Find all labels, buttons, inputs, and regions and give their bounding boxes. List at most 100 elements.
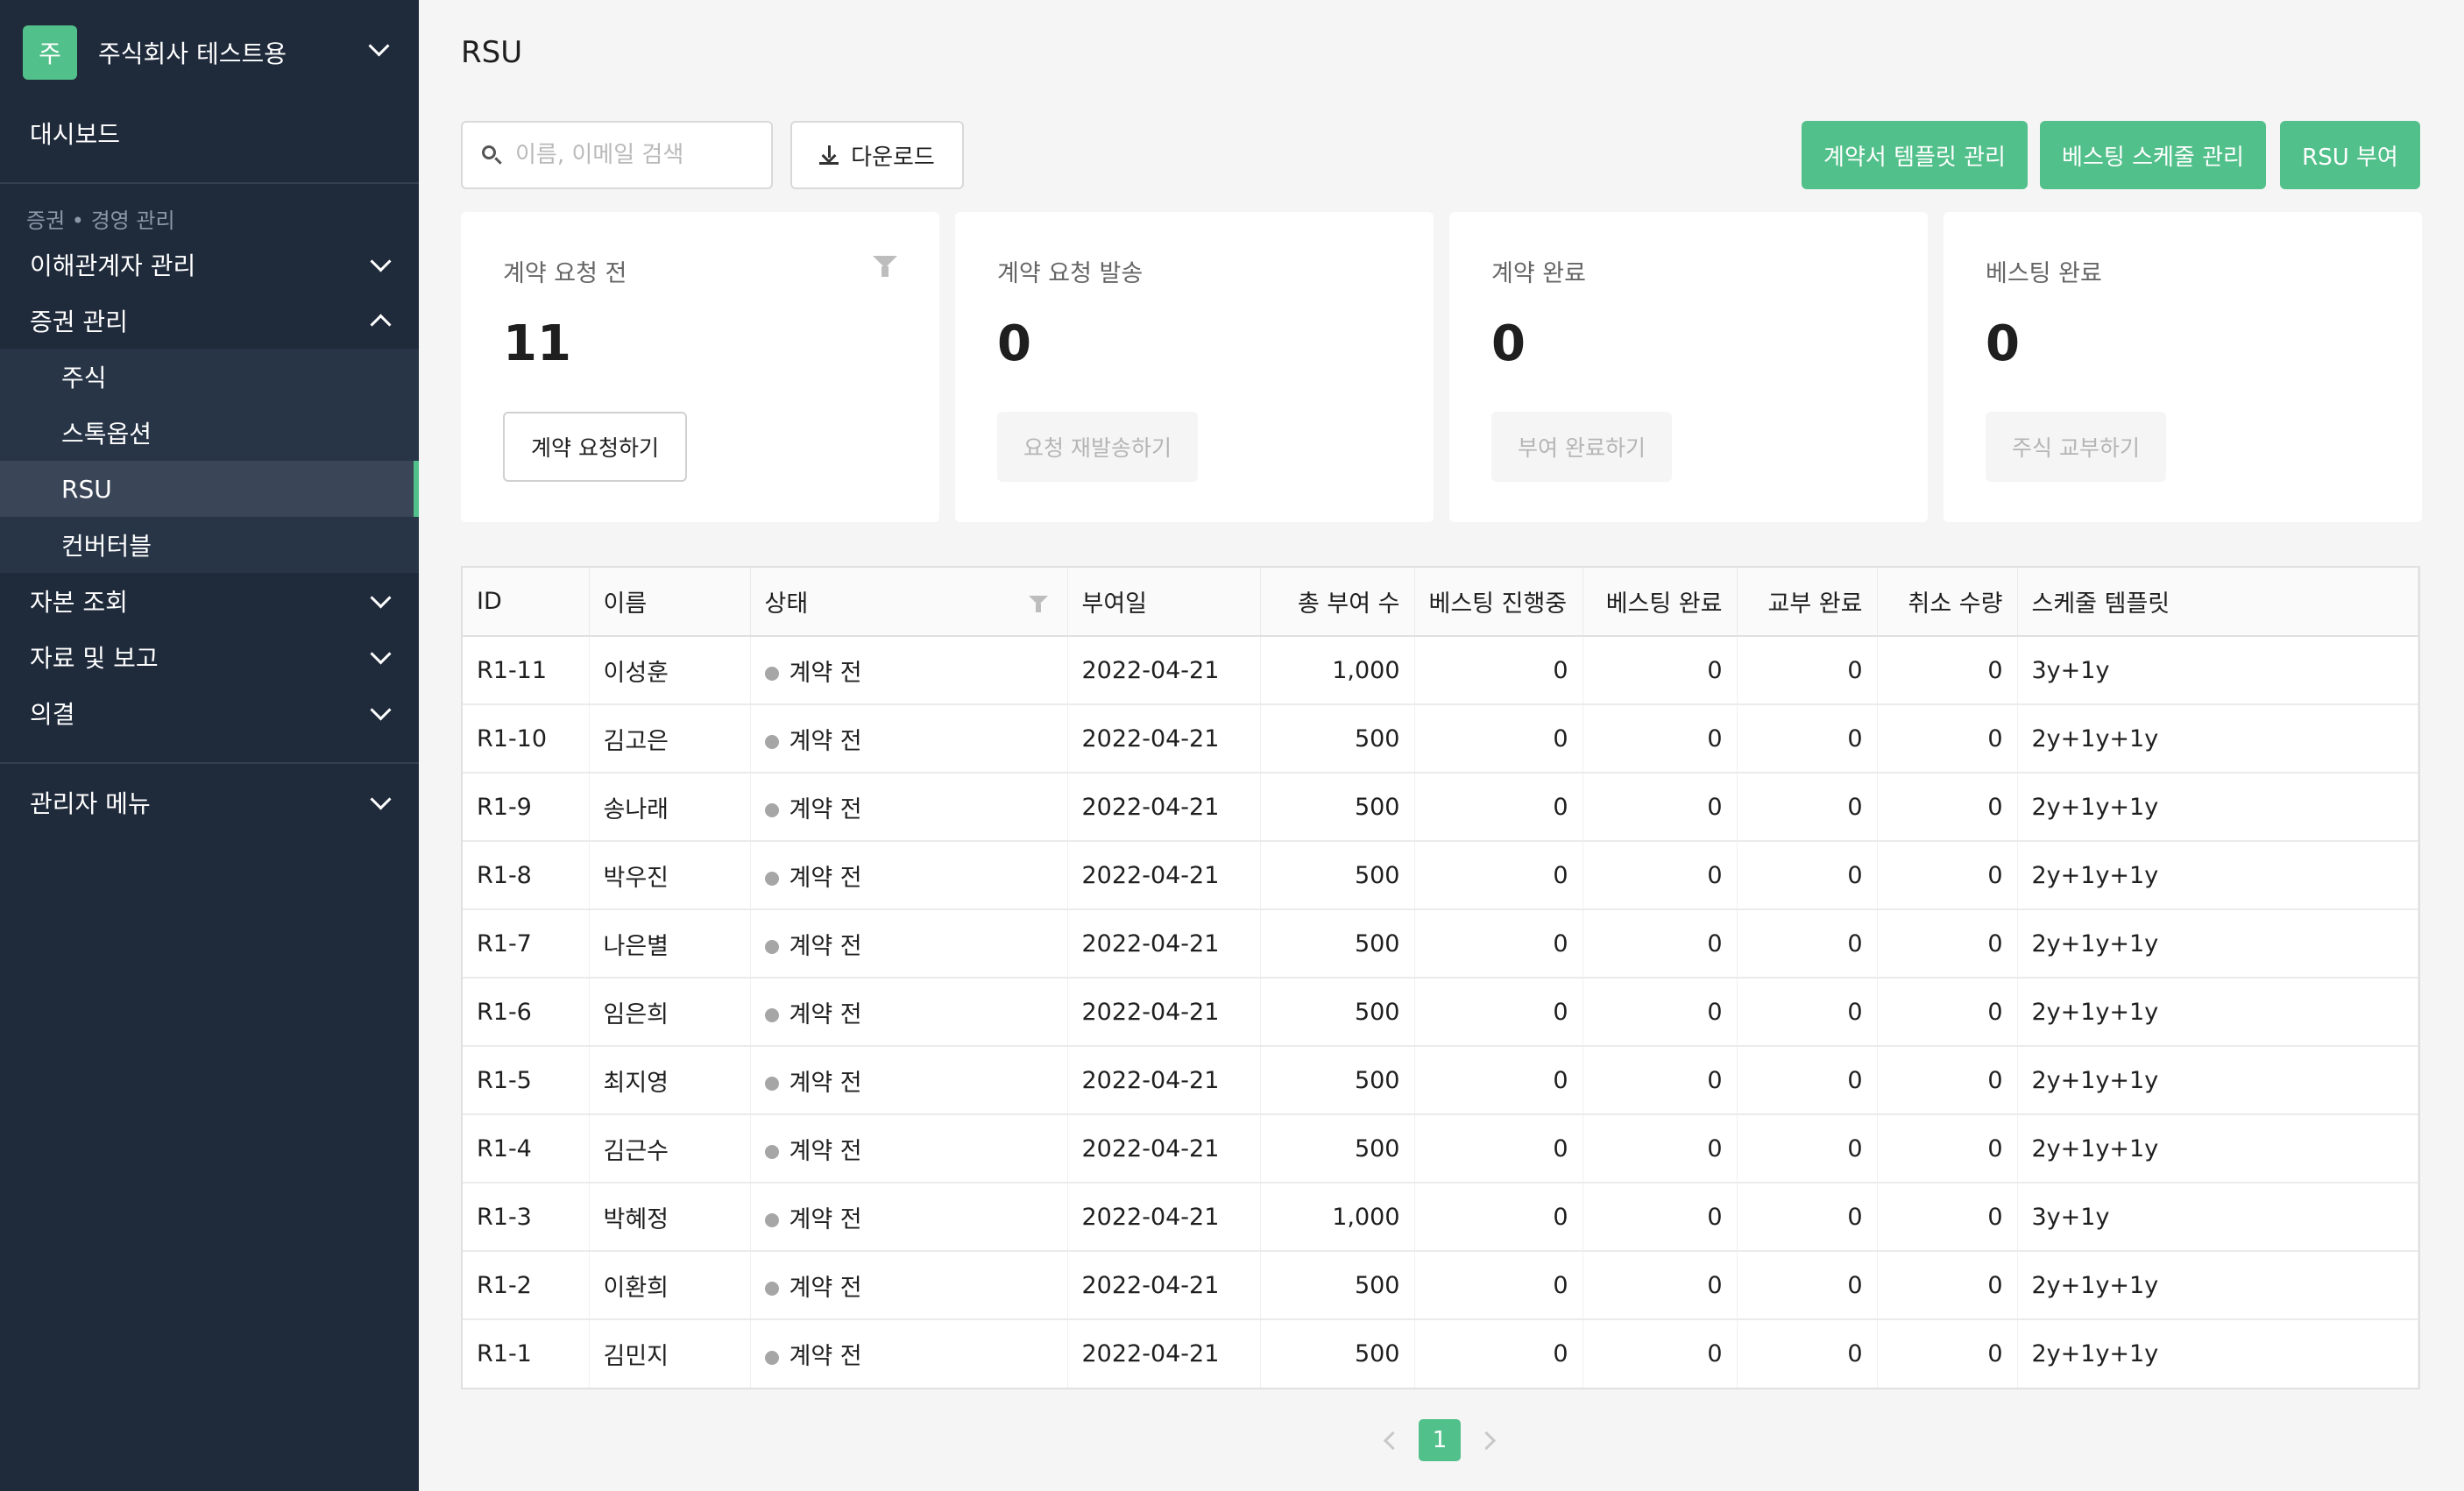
status-card-vesting-complete: 베스팅 완료 0 주식 교부하기	[1944, 212, 2422, 522]
cell-total-granted: 500	[1260, 909, 1415, 979]
download-button[interactable]: 다운로드	[790, 121, 964, 189]
card-title: 계약 요청 발송	[997, 260, 1143, 287]
column-header-vesting-in-progress[interactable]: 베스팅 진행중	[1414, 568, 1583, 637]
cell-vesting-in-progress: 0	[1414, 1046, 1583, 1115]
status-label: 계약 전	[789, 1069, 862, 1097]
main-content: RSU 다운로드 계약서 템플릿 관리 베스팅 스케줄 관리 RSU 부여 계약…	[419, 0, 2464, 1491]
status-dot-icon	[764, 1350, 779, 1365]
sidebar-item-label: 의결	[30, 700, 75, 729]
resend-request-button[interactable]: 요청 재발송하기	[997, 412, 1198, 482]
cell-schedule-template: 2y+1y+1y	[2017, 1319, 2418, 1388]
column-header-grant-date[interactable]: 부여일	[1067, 568, 1261, 637]
chevron-down-icon	[370, 587, 392, 609]
cell-delivered: 0	[1737, 1183, 1878, 1252]
table-row[interactable]: R1-4 김근수 계약 전 2022-04-21 500 0 0 0 0 2y+1y+1y	[463, 1114, 2418, 1184]
template-manage-button[interactable]: 계약서 템플릿 관리	[1802, 121, 2028, 189]
cell-name: 나은별	[589, 909, 751, 979]
cell-total-granted: 500	[1260, 978, 1415, 1047]
cell-grant-date: 2022-04-21	[1067, 1319, 1261, 1388]
schedule-manage-button[interactable]: 베스팅 스케줄 관리	[2040, 121, 2266, 189]
table-row[interactable]: R1-1 김민지 계약 전 2022-04-21 500 0 0 0 0 2y+1y+1y	[463, 1319, 2418, 1388]
cell-status: 계약 전	[750, 978, 1068, 1047]
chevron-right-icon[interactable]	[1476, 1431, 1497, 1450]
sidebar-item-admin[interactable]: 관리자 메뉴	[0, 774, 419, 830]
sidebar-item-capital[interactable]: 자본 조회	[0, 573, 419, 629]
table-row[interactable]: R1-2 이환희 계약 전 2022-04-21 500 0 0 0 0 2y+1y+1y	[463, 1251, 2418, 1320]
sidebar-item-convertible[interactable]: 컨버터블	[0, 517, 419, 573]
status-label: 계약 전	[789, 1137, 862, 1165]
cell-delivered: 0	[1737, 636, 1878, 705]
column-header-total-granted[interactable]: 총 부여 수	[1260, 568, 1415, 637]
cell-name: 김민지	[589, 1319, 751, 1388]
status-dot-icon	[764, 1008, 779, 1022]
sidebar-item-stakeholders[interactable]: 이해관계자 관리	[0, 237, 419, 293]
filter-icon[interactable]	[1028, 596, 1048, 612]
column-header-label: 상태	[764, 590, 809, 618]
sidebar-item-rsu[interactable]: RSU	[0, 461, 419, 517]
column-header-cancelled[interactable]: 취소 수량	[1877, 568, 2018, 637]
rsu-grant-button[interactable]: RSU 부여	[2280, 121, 2420, 189]
request-contract-button[interactable]: 계약 요청하기	[503, 412, 687, 482]
chevron-down-icon	[370, 788, 392, 810]
search-box[interactable]	[461, 121, 773, 189]
filter-icon[interactable]	[873, 256, 897, 277]
sidebar-item-label: 컨버터블	[61, 532, 152, 561]
column-header-schedule-template[interactable]: 스케줄 템플릿	[2017, 568, 2418, 637]
table-row[interactable]: R1-3 박혜정 계약 전 2022-04-21 1,000 0 0 0 0 3y+1y	[463, 1183, 2418, 1252]
cell-id: R1-9	[463, 773, 590, 842]
status-card-request-sent: 계약 요청 발송 0 요청 재발송하기	[955, 212, 1434, 522]
complete-grant-button[interactable]: 부여 완료하기	[1491, 412, 1672, 482]
chevron-left-icon[interactable]	[1383, 1431, 1403, 1450]
chevron-down-icon	[370, 643, 392, 665]
cell-delivered: 0	[1737, 1114, 1878, 1184]
table-row[interactable]: R1-8 박우진 계약 전 2022-04-21 500 0 0 0 0 2y+1y+1y	[463, 841, 2418, 910]
table-row[interactable]: R1-11 이성훈 계약 전 2022-04-21 1,000 0 0 0 0 3y+1y	[463, 636, 2418, 705]
sidebar: 주 주식회사 테스트용 대시보드 증권 • 경영 관리 이해관계자 관리 증권 …	[0, 0, 419, 1491]
cell-id: R1-4	[463, 1114, 590, 1184]
status-card-contract-complete: 계약 완료 0 부여 완료하기	[1449, 212, 1928, 522]
cell-vesting-in-progress: 0	[1414, 978, 1583, 1047]
chevron-up-icon	[370, 314, 392, 336]
table-row[interactable]: R1-6 임은희 계약 전 2022-04-21 500 0 0 0 0 2y+1y+1y	[463, 978, 2418, 1047]
sidebar-item-stock-options[interactable]: 스톡옵션	[0, 405, 419, 461]
cell-delivered: 0	[1737, 1046, 1878, 1115]
cell-vesting-in-progress: 0	[1414, 1114, 1583, 1184]
status-label: 계약 전	[789, 864, 862, 892]
cell-status: 계약 전	[750, 841, 1068, 910]
cell-schedule-template: 3y+1y	[2017, 636, 2418, 705]
column-header-id[interactable]: ID	[463, 568, 590, 637]
cell-vesting-complete: 0	[1582, 1251, 1738, 1320]
page-number[interactable]: 1	[1419, 1419, 1461, 1461]
sidebar-item-label: 스톡옵션	[61, 420, 152, 449]
cell-vesting-in-progress: 0	[1414, 841, 1583, 910]
sidebar-item-resolutions[interactable]: 의결	[0, 685, 419, 741]
cell-grant-date: 2022-04-21	[1067, 1251, 1261, 1320]
column-header-delivered[interactable]: 교부 완료	[1737, 568, 1878, 637]
cell-status: 계약 전	[750, 1183, 1068, 1252]
table-row[interactable]: R1-9 송나래 계약 전 2022-04-21 500 0 0 0 0 2y+1y+1y	[463, 773, 2418, 842]
company-switcher[interactable]: 주 주식회사 테스트용	[23, 25, 391, 80]
cell-name: 김근수	[589, 1114, 751, 1184]
status-dot-icon	[764, 1145, 779, 1159]
cell-cancelled: 0	[1877, 841, 2018, 910]
column-header-name[interactable]: 이름	[589, 568, 751, 637]
sidebar-item-stock[interactable]: 주식	[0, 349, 419, 405]
cell-vesting-in-progress: 0	[1414, 636, 1583, 705]
sidebar-item-reports[interactable]: 자료 및 보고	[0, 629, 419, 685]
sidebar-item-securities[interactable]: 증권 관리	[0, 293, 419, 349]
cell-name: 박우진	[589, 841, 751, 910]
sidebar-item-dashboard[interactable]: 대시보드	[0, 105, 419, 161]
cell-cancelled: 0	[1877, 1114, 2018, 1184]
deliver-shares-button[interactable]: 주식 교부하기	[1986, 412, 2166, 482]
column-header-vesting-complete[interactable]: 베스팅 완료	[1582, 568, 1738, 637]
search-input[interactable]	[513, 141, 762, 169]
table-row[interactable]: R1-10 김고은 계약 전 2022-04-21 500 0 0 0 0 2y+1y+1y	[463, 704, 2418, 774]
cell-cancelled: 0	[1877, 1251, 2018, 1320]
cell-name: 임은희	[589, 978, 751, 1047]
table-row[interactable]: R1-7 나은별 계약 전 2022-04-21 500 0 0 0 0 2y+1y+1y	[463, 909, 2418, 979]
column-header-status[interactable]: 상태	[750, 568, 1068, 637]
table-row[interactable]: R1-5 최지영 계약 전 2022-04-21 500 0 0 0 0 2y+1y+1y	[463, 1046, 2418, 1115]
cell-status: 계약 전	[750, 636, 1068, 705]
cell-id: R1-1	[463, 1319, 590, 1388]
cell-vesting-in-progress: 0	[1414, 1183, 1583, 1252]
